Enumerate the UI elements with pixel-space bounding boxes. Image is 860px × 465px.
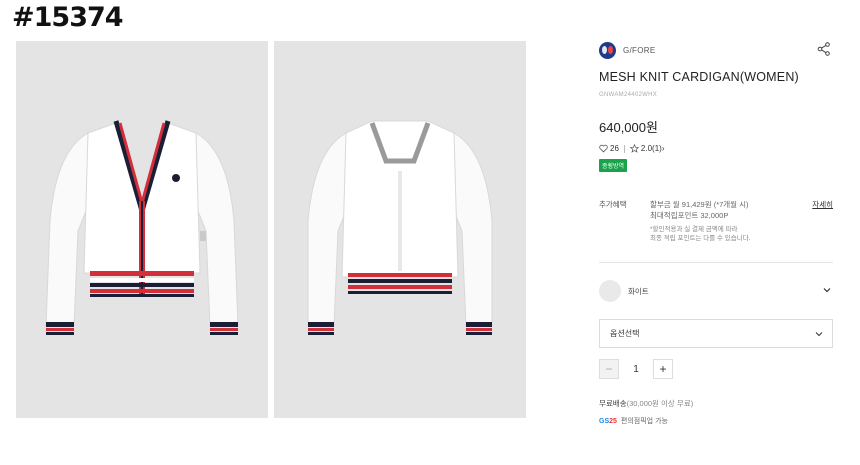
quantity-plus-button[interactable]: + — [653, 359, 673, 379]
share-icon[interactable] — [817, 42, 831, 56]
option-select-placeholder: 옵션선택 — [610, 329, 640, 338]
meta-row: 26 2.0 (1) › — [599, 144, 833, 153]
product-price: 640,000원 — [599, 120, 658, 135]
benefit-detail-link[interactable]: 자세히 — [812, 199, 833, 210]
like-count: 26 — [610, 144, 619, 153]
color-label: 화이트 — [628, 286, 649, 296]
color-option-selector[interactable]: 화이트 — [599, 279, 833, 303]
brand-row[interactable]: G/FORE — [599, 40, 833, 60]
shipping-detail: (30,000원 이상 무료) — [626, 399, 694, 408]
divider — [623, 144, 625, 153]
product-image-back[interactable] — [274, 41, 526, 418]
chevron-down-icon — [823, 288, 831, 293]
gs25-logo-icon: GS25 — [599, 418, 617, 425]
benefit-note-line: 최종 적립 포인트는 다를 수 있습니다. — [650, 235, 751, 242]
watermark-id: #15374 — [12, 2, 124, 33]
review-count[interactable]: (1) — [652, 144, 662, 153]
pickup-text: 편의점픽업 가능 — [620, 418, 668, 425]
option-select[interactable]: 옵션선택 — [599, 319, 833, 348]
points-text: 최대적립포인트 32,000P — [650, 211, 729, 220]
quantity-stepper: − 1 + — [599, 359, 673, 379]
pickup-info: GS25 편의점픽업 가능 — [599, 416, 668, 426]
chevron-down-icon — [815, 332, 823, 337]
installment-text: 할부금 월 91,429원 (*7개월 시) — [650, 200, 749, 209]
shipping-info: 무료배송(30,000원 이상 무료) — [599, 398, 693, 409]
brand-logo-icon — [599, 41, 616, 59]
benefit-label: 추가혜택 — [599, 200, 627, 209]
shipping-text: 무료배송 — [599, 399, 627, 408]
rating-value: 2.0 — [640, 144, 653, 153]
chevron-right-icon: › — [661, 144, 665, 153]
quantity-value[interactable]: 1 — [619, 364, 653, 375]
heart-icon[interactable] — [599, 144, 608, 153]
benefit-body: 할부금 월 91,429원 (*7개월 시) 최대적립포인트 32,000P *… — [650, 199, 810, 243]
benefit-note-line: *할인적용과 실 결제 금액에 따라 — [650, 226, 738, 233]
brand-name: G/FORE — [623, 45, 656, 55]
quantity-minus-button[interactable]: − — [599, 359, 619, 379]
benefit-note: *할인적용과 실 결제 금액에 따라 최종 적립 포인트는 다를 수 있습니다. — [650, 225, 810, 243]
gs25-logo-text: GS — [599, 417, 610, 425]
cardigan-front-illustration — [45, 120, 239, 335]
product-image-front[interactable] — [16, 41, 268, 418]
gs25-logo-number: 25 — [609, 417, 617, 425]
product-info-panel: G/FORE MESH KNIT CARDIGAN(WOMEN) GNWAM24… — [599, 40, 833, 425]
section-divider — [599, 262, 833, 263]
status-badge: 종횡방역 — [599, 159, 628, 172]
color-swatch[interactable] — [599, 280, 621, 302]
product-code: GNWAM24402WHX — [599, 92, 658, 98]
star-icon — [629, 144, 639, 153]
product-title: MESH KNIT CARDIGAN(WOMEN) — [599, 70, 799, 84]
cardigan-back-illustration — [307, 120, 493, 335]
